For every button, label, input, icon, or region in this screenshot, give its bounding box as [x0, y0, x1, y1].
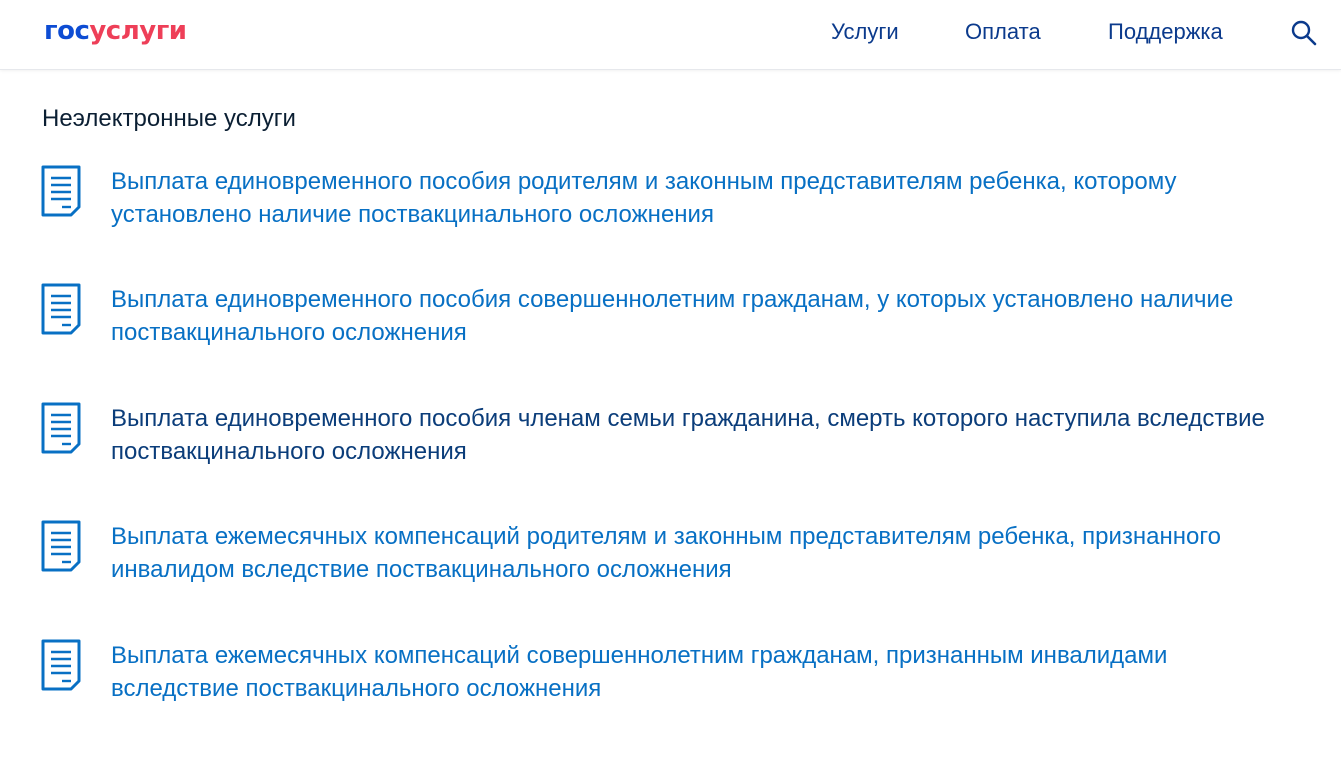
- gosuslugi-logo[interactable]: госуслуги: [44, 16, 187, 46]
- service-item[interactable]: Выплата единовременного пособия членам с…: [40, 402, 1320, 472]
- document-icon: [41, 639, 81, 691]
- nav-oplata[interactable]: Оплата: [965, 18, 1041, 46]
- document-icon: [41, 520, 81, 572]
- service-link[interactable]: Выплата ежемесячных компенсаций родителя…: [111, 520, 1281, 586]
- service-link[interactable]: Выплата ежемесячных компенсаций совершен…: [111, 639, 1281, 705]
- document-icon: [41, 283, 81, 335]
- section-title: Неэлектронные услуги: [42, 105, 296, 132]
- search-button[interactable]: [1290, 19, 1318, 47]
- document-icon: [41, 165, 81, 217]
- nav-podderzhka[interactable]: Поддержка: [1108, 18, 1223, 46]
- site-header: госуслуги Услуги Оплата Поддержка: [0, 0, 1341, 70]
- service-item[interactable]: Выплата единовременного пособия родителя…: [40, 165, 1320, 235]
- service-link[interactable]: Выплата единовременного пособия членам с…: [111, 402, 1281, 468]
- logo-part-gos: гос: [44, 16, 90, 46]
- service-item[interactable]: Выплата ежемесячных компенсаций родителя…: [40, 520, 1320, 590]
- nav-uslugi[interactable]: Услуги: [831, 18, 899, 46]
- service-link[interactable]: Выплата единовременного пособия родителя…: [111, 165, 1281, 231]
- search-icon: [1291, 20, 1317, 46]
- service-item[interactable]: Выплата единовременного пособия совершен…: [40, 283, 1320, 353]
- service-item[interactable]: Выплата ежемесячных компенсаций совершен…: [40, 639, 1320, 709]
- service-link[interactable]: Выплата единовременного пособия совершен…: [111, 283, 1281, 349]
- logo-part-uslugi: услуги: [89, 16, 187, 46]
- document-icon: [41, 402, 81, 454]
